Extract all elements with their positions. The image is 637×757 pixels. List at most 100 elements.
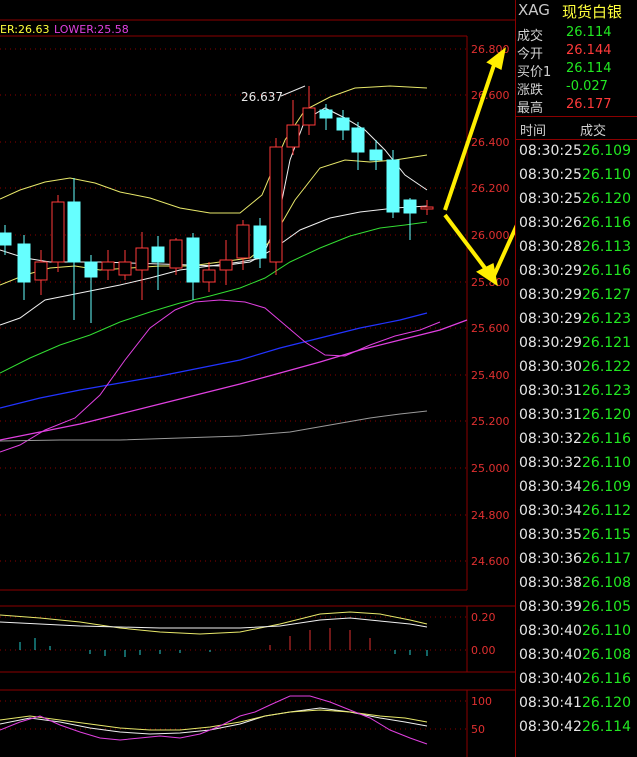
tick-row: 08:30:32 26.110 (516, 455, 637, 479)
tick-time: 08:30:40 (519, 671, 582, 687)
tick-price: 26.121 (582, 335, 631, 351)
candle-body (67, 201, 81, 263)
quote-value: 26.144 (566, 43, 612, 58)
candle-body (420, 206, 434, 210)
tick-price: 26.108 (582, 647, 631, 663)
tick-time: 08:30:31 (519, 407, 582, 423)
quote-label: 今开 (517, 47, 544, 62)
tick-price: 26.127 (582, 287, 631, 303)
osc2-axis-label: 100 (471, 695, 492, 708)
quote-value: 26.177 (566, 97, 612, 112)
quote-panel: XAG 现货白银 成交 26.114 今开 26.144 买价1 26.114 … (515, 0, 637, 757)
price-axis-label: 26.400 (471, 136, 510, 149)
quote-value: 26.114 (566, 25, 612, 40)
tick-row: 08:30:40 26.116 (516, 671, 637, 695)
candle-body (369, 149, 383, 161)
candle-body (403, 199, 417, 214)
tick-row: 08:30:36 26.117 (516, 551, 637, 575)
quote-value: 26.114 (566, 61, 612, 76)
tick-price: 26.110 (582, 623, 631, 639)
tick-row: 08:30:25 26.109 (516, 143, 637, 167)
tick-price: 26.109 (582, 479, 631, 495)
tick-row: 08:30:39 26.105 (516, 599, 637, 623)
upper-band-label: ER:26.63 (0, 23, 49, 36)
candle-body (118, 261, 132, 276)
price-axis-label: 25.400 (471, 369, 510, 382)
tick-price: 26.114 (582, 719, 631, 735)
quote-label: 成交 (517, 29, 544, 44)
candle-body (84, 261, 98, 278)
quote-value: -0.027 (566, 79, 608, 94)
candle-body (319, 109, 333, 119)
candle-body (101, 261, 115, 271)
quote-header: XAG 现货白银 (516, 0, 637, 22)
quote-row-last: 成交 26.114 (516, 25, 637, 44)
tick-row: 08:30:29 26.116 (516, 263, 637, 287)
tick-price: 26.113 (582, 239, 631, 255)
tick-row: 08:30:35 26.115 (516, 527, 637, 551)
tick-time: 08:30:34 (519, 479, 582, 495)
tick-row: 08:30:25 26.110 (516, 167, 637, 191)
tick-time: 08:30:32 (519, 455, 582, 471)
quote-label: 涨跌 (517, 83, 544, 98)
tick-row: 08:30:28 26.113 (516, 239, 637, 263)
tick-price: 26.123 (582, 311, 631, 327)
tick-row: 08:30:29 26.123 (516, 311, 637, 335)
quote-row-high: 最高 26.177 (516, 97, 637, 116)
tick-time: 08:30:29 (519, 263, 582, 279)
price-axis-label: 25.600 (471, 322, 510, 335)
ticks-header-price: 成交 (580, 124, 607, 139)
tick-price: 26.110 (582, 455, 631, 471)
osc2-axis-label: 50 (471, 723, 485, 736)
tick-row: 08:30:31 26.123 (516, 383, 637, 407)
tick-row: 08:30:42 26.114 (516, 719, 637, 743)
tick-price: 26.116 (582, 263, 631, 279)
candle-body (302, 107, 316, 126)
tick-row: 08:30:31 26.120 (516, 407, 637, 431)
tick-price: 26.120 (582, 191, 631, 207)
candle-body (0, 232, 12, 246)
candle-body (169, 239, 183, 269)
tick-time: 08:30:34 (519, 503, 582, 519)
candle-body (253, 225, 267, 259)
tick-price: 26.122 (582, 359, 631, 375)
tick-price: 26.120 (582, 407, 631, 423)
high-price-label: 26.637 (241, 90, 283, 104)
candle-body (286, 124, 300, 148)
candle-body (135, 247, 149, 271)
tick-time: 08:30:36 (519, 551, 582, 567)
price-axis-label: 25.000 (471, 462, 510, 475)
tick-time: 08:30:40 (519, 623, 582, 639)
candle-body (51, 201, 65, 263)
candle-body (17, 243, 31, 283)
quote-label: 最高 (517, 101, 544, 116)
tick-time: 08:30:25 (519, 143, 582, 159)
symbol-name: 现货白银 (562, 3, 623, 21)
tick-row: 08:30:34 26.112 (516, 503, 637, 527)
price-axis-label: 25.200 (471, 415, 510, 428)
candlestick-chart[interactable]: 26.800 26.600 26.400 26.200 26.000 25.80… (0, 0, 515, 757)
osc1-axis-label: 0.00 (471, 644, 496, 657)
tick-price: 26.116 (582, 671, 631, 687)
tick-time: 08:30:40 (519, 647, 582, 663)
candle-body (351, 127, 365, 153)
tick-time: 08:30:29 (519, 311, 582, 327)
ticks-header: 时间 成交 (516, 116, 637, 140)
tick-price: 26.109 (582, 143, 631, 159)
tick-time: 08:30:38 (519, 575, 582, 591)
tick-row: 08:30:40 26.108 (516, 647, 637, 671)
tick-row: 08:30:41 26.120 (516, 695, 637, 719)
candle-body (269, 146, 283, 263)
tick-time: 08:30:39 (519, 599, 582, 615)
price-axis-label: 24.600 (471, 555, 510, 568)
candle-body (151, 246, 165, 263)
tick-row: 08:30:26 26.116 (516, 215, 637, 239)
tick-time: 08:30:29 (519, 335, 582, 351)
tick-price: 26.112 (582, 503, 631, 519)
tick-time: 08:30:32 (519, 431, 582, 447)
price-axis-label: 26.200 (471, 182, 510, 195)
ticks-header-time: 时间 (520, 124, 547, 139)
price-axis-label: 26.600 (471, 89, 510, 102)
quote-row-bid: 买价1 26.114 (516, 61, 637, 80)
candle-body (336, 117, 350, 131)
